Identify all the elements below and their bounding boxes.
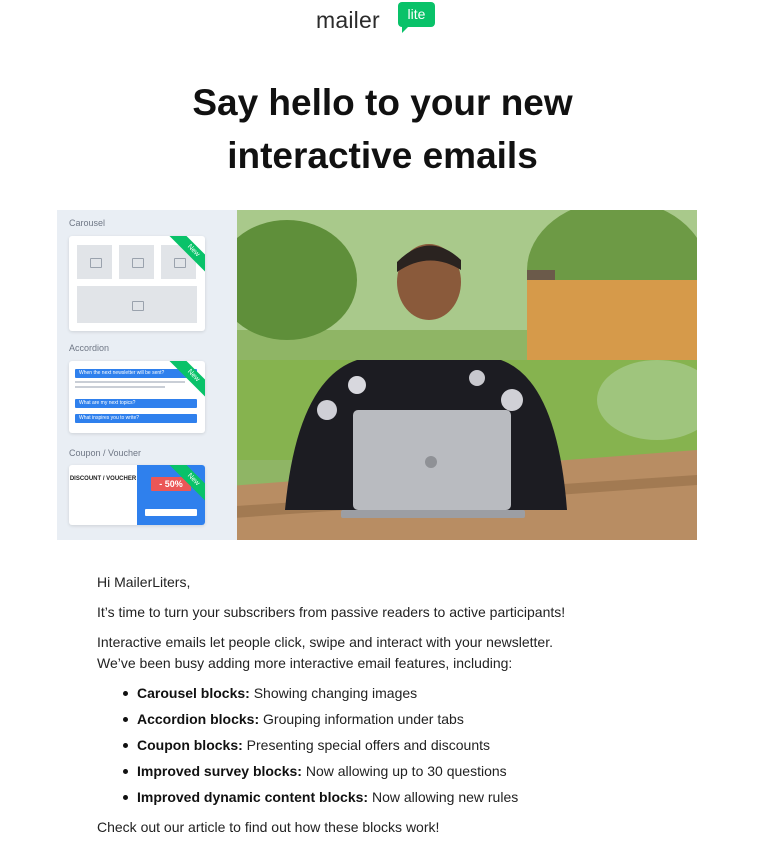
headline: Say hello to your new interactive emails (0, 76, 765, 182)
feature-item: Improved survey blocks: Now allowing up … (123, 761, 697, 782)
feature-panel: Carousel New Accordion When the next new… (57, 210, 237, 540)
description-paragraph: Interactive emails let people click, swi… (97, 632, 697, 674)
feature-name: Improved dynamic content blocks: (137, 789, 369, 805)
image-placeholder-icon (77, 286, 197, 323)
feature-desc: Showing changing images (249, 685, 418, 701)
closing-paragraph: Check out our article to find out how th… (97, 819, 440, 835)
feature-desc: Grouping information under tabs (259, 711, 464, 727)
feature-item: Coupon blocks: Presenting special offers… (123, 735, 697, 756)
feature-item: Carousel blocks: Showing changing images (123, 683, 697, 704)
logo-badge: lite (398, 2, 435, 33)
accordion-text-line (75, 381, 185, 383)
accordion-text-line (75, 386, 165, 388)
feature-list: Carousel blocks: Showing changing images… (97, 683, 697, 808)
logo-wordmark: mailer (316, 7, 380, 33)
email-body: Hi MailerLiters, It’s time to turn your … (97, 572, 697, 847)
feature-name: Accordion blocks: (137, 711, 260, 727)
accordion-item: What inspires you to write? (75, 414, 197, 423)
feature-name: Carousel blocks: (137, 685, 250, 701)
carousel-card: New (69, 236, 205, 331)
headline-line-2: interactive emails (227, 135, 538, 176)
feature-desc: Now allowing new rules (368, 789, 519, 805)
greeting: Hi MailerLiters, (97, 574, 191, 590)
accordion-item: What are my next topics? (75, 399, 197, 408)
feature-name: Improved survey blocks: (137, 763, 302, 779)
accordion-block-title: Accordion (69, 343, 110, 353)
coupon-block-title: Coupon / Voucher (69, 448, 142, 458)
carousel-block-title: Carousel (69, 218, 106, 228)
accordion-card: When the next newsletter will be sent? W… (69, 361, 205, 433)
image-placeholder-icon (77, 245, 112, 279)
intro-paragraph: It’s time to turn your subscribers from … (97, 604, 566, 620)
coupon-title: DISCOUNT / VOUCHER (69, 476, 137, 482)
feature-item: Improved dynamic content blocks: Now all… (123, 787, 697, 808)
coupon-card: DISCOUNT / VOUCHER - 50% New (69, 465, 205, 525)
description-line-2: We’ve been busy adding more interactive … (97, 655, 513, 671)
feature-desc: Now allowing up to 30 questions (301, 763, 507, 779)
coupon-left: DISCOUNT / VOUCHER (69, 465, 137, 525)
headline-line-1: Say hello to your new (192, 82, 573, 123)
description-line-1: Interactive emails let people click, swi… (97, 634, 553, 650)
coupon-code-button (145, 509, 197, 516)
hero-image: Carousel New Accordion When the next new… (57, 210, 697, 540)
feature-desc: Presenting special offers and discounts (242, 737, 491, 753)
image-placeholder-icon (119, 245, 154, 279)
feature-name: Coupon blocks: (137, 737, 243, 753)
feature-item: Accordion blocks: Grouping information u… (123, 709, 697, 730)
